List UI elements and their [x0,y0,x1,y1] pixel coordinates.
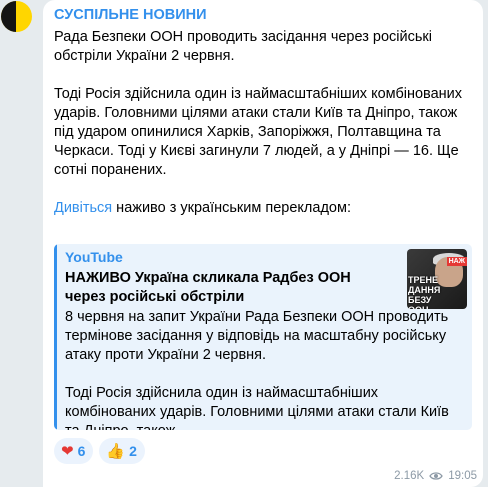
preview-thumbnail[interactable]: НАЖ ТРЕНЕ ДАННЯ БЕЗУ ООН [407,249,467,309]
avatar-dark-half [1,1,16,32]
preview-description-2: Тоді Росія здійснила один із наймасштабн… [65,385,449,430]
view-count: 2.16K [394,470,425,482]
channel-avatar[interactable] [1,1,32,32]
preview-description: 8 червня на запит України Рада Безпеки О… [65,308,460,430]
heart-icon: ❤ [61,442,74,460]
preview-site-name: YouTube [65,249,123,265]
message-paragraph-2: Тоді Росія здійснила один із наймасштабн… [54,86,463,178]
reaction-thumbs-up[interactable]: 👍 2 [99,438,145,464]
reaction-heart[interactable]: ❤ 6 [54,438,94,464]
preview-description-1: 8 червня на запит України Рада Безпеки О… [65,309,449,363]
message-paragraph-3: Дивіться наживо з українським перекладом… [54,199,479,218]
watch-link-suffix: наживо з українським перекладом: [112,200,351,216]
message-meta: 2.16K 19:05 [394,470,477,482]
message-paragraph-1: Рада Безпеки ООН проводить засідання чер… [54,29,432,64]
eye-icon [429,472,443,480]
thumbnail-tag: НАЖ [446,257,467,266]
message-time: 19:05 [448,470,477,482]
thumbnail-caption: ТРЕНЕ ДАННЯ БЕЗУ ООН [408,275,441,309]
preview-accent-bar [54,244,57,430]
thumbs-up-icon: 👍 [106,442,126,460]
link-preview[interactable]: YouTube НАЖИВО Україна скликала Радбез О… [54,244,472,430]
message-bubble: СУСПІЛЬНЕ НОВИНИ Рада Безпеки ООН провод… [43,0,483,487]
reactions-bar: ❤ 6 👍 2 [54,438,145,464]
channel-name[interactable]: СУСПІЛЬНЕ НОВИНИ [54,7,207,23]
preview-title: НАЖИВО Україна скликала Радбез ООН через… [65,270,351,305]
watch-link[interactable]: Дивіться [54,200,112,216]
reaction-thumbs-up-count: 2 [129,443,137,459]
reaction-heart-count: 6 [77,443,86,459]
message-text: Рада Безпеки ООН проводить засідання чер… [54,28,479,218]
